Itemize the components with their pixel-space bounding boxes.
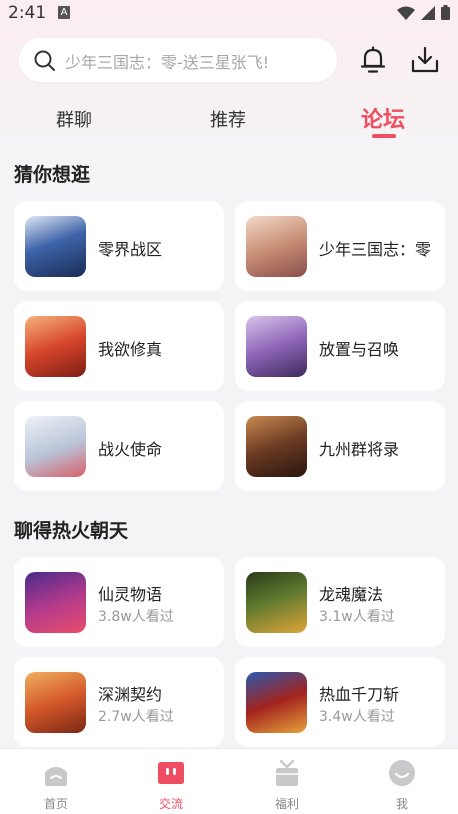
game-thumbnail — [25, 416, 86, 477]
status-icons — [397, 5, 450, 20]
bell-icon[interactable] — [358, 45, 388, 75]
game-thumbnail — [246, 672, 307, 733]
view-count: 3.8w人看过 — [98, 609, 174, 625]
game-thumbnail — [246, 316, 307, 377]
nav-welfare[interactable]: 福利 — [242, 749, 332, 814]
search-icon — [34, 50, 55, 71]
view-count: 3.4w人看过 — [319, 709, 395, 725]
bottom-navigation: 首页 交流 福利 我 — [0, 748, 458, 814]
profile-icon — [389, 760, 415, 786]
tab-group-chat[interactable]: 群聊 — [56, 106, 92, 132]
forum-card[interactable]: 少年三国志：零 — [235, 201, 445, 291]
forum-name: 九州群将录 — [319, 440, 400, 459]
active-tab-indicator — [372, 134, 396, 138]
forum-name: 少年三国志：零 — [319, 240, 432, 259]
tab-recommend[interactable]: 推荐 — [210, 106, 246, 132]
gift-icon — [276, 759, 298, 786]
notification-a-icon: A — [58, 6, 70, 19]
section-title-hot: 聊得热火朝天 — [14, 520, 129, 542]
game-thumbnail — [25, 316, 86, 377]
forum-card[interactable]: 龙魂魔法 3.1w人看过 — [235, 557, 445, 647]
forum-card[interactable]: 仙灵物语 3.8w人看过 — [14, 557, 224, 647]
section-title-guess: 猜你想逛 — [14, 164, 91, 186]
forum-card[interactable]: 热血千刀斩 3.4w人看过 — [235, 657, 445, 747]
forum-card[interactable]: 我欲修真 — [14, 301, 224, 391]
forum-name: 战火使命 — [98, 440, 163, 459]
nav-home[interactable]: 首页 — [11, 749, 101, 814]
signal-icon — [421, 5, 435, 20]
forum-name: 深渊契约 — [98, 685, 163, 704]
nav-label: 交流 — [158, 797, 183, 811]
game-thumbnail — [246, 416, 307, 477]
forum-card[interactable]: 零界战区 — [14, 201, 224, 291]
game-thumbnail — [25, 672, 86, 733]
game-thumbnail — [246, 572, 307, 633]
search-bar[interactable]: 少年三国志：零-送三星张飞! — [19, 38, 337, 82]
chat-icon — [158, 762, 184, 784]
wifi-icon — [397, 6, 415, 20]
search-input[interactable]: 少年三国志：零-送三星张飞! — [65, 49, 269, 73]
forum-name: 放置与召唤 — [319, 340, 400, 359]
tab-forum[interactable]: 论坛 — [361, 102, 405, 134]
game-thumbnail — [246, 216, 307, 277]
top-tabs: 群聊 推荐 论坛 — [0, 106, 458, 146]
forum-card[interactable]: 九州群将录 — [235, 401, 445, 491]
nav-label: 首页 — [43, 797, 68, 811]
nav-chat[interactable]: 交流 — [126, 749, 216, 814]
view-count: 3.1w人看过 — [319, 609, 395, 625]
forum-card[interactable]: 放置与召唤 — [235, 301, 445, 391]
forum-card[interactable]: 深渊契约 2.7w人看过 — [14, 657, 224, 747]
forum-name: 热血千刀斩 — [319, 685, 400, 704]
view-count: 2.7w人看过 — [98, 709, 174, 725]
home-icon — [45, 767, 67, 786]
forum-name: 零界战区 — [98, 240, 163, 259]
nav-label: 福利 — [274, 797, 299, 811]
game-thumbnail — [25, 216, 86, 277]
forum-name: 仙灵物语 — [98, 585, 163, 604]
forum-name: 龙魂魔法 — [319, 585, 384, 604]
game-thumbnail — [25, 572, 86, 633]
status-bar: 2:41 A — [0, 0, 458, 26]
forum-name: 我欲修真 — [98, 340, 163, 359]
forum-card[interactable]: 战火使命 — [14, 401, 224, 491]
nav-me[interactable]: 我 — [357, 749, 447, 814]
download-icon[interactable] — [410, 45, 440, 75]
battery-icon — [441, 5, 450, 20]
nav-label: 我 — [395, 797, 408, 811]
status-time: 2:41 — [8, 3, 47, 23]
